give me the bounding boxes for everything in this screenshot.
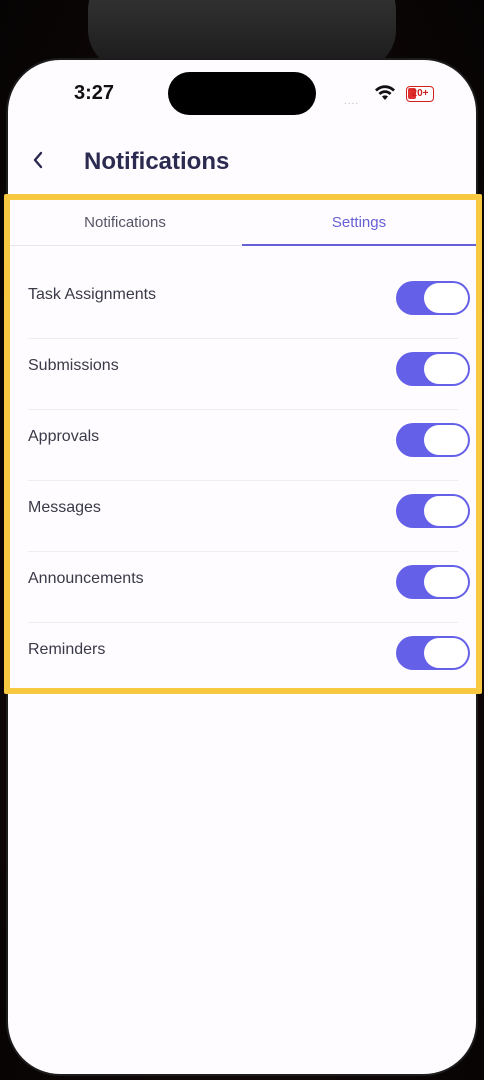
setting-row-task-assignments: Task Assignments [8,268,476,339]
phone-screen: 3:27 .... 20+ Notifications Notification… [8,60,476,1074]
toggle-knob [424,283,468,313]
toggle-knob [424,638,468,668]
page-header: Notifications [8,138,476,186]
setting-row-messages: Messages [8,481,476,552]
task-assignments-toggle[interactable] [396,281,470,315]
tab-bar: Notifications Settings [8,198,476,246]
setting-label: Reminders [28,641,106,658]
setting-label: Task Assignments [28,286,157,303]
settings-list: Task Assignments Submissions Approvals M… [8,268,476,694]
status-time: 3:27 [74,82,115,104]
messages-toggle[interactable] [396,494,470,528]
approvals-toggle[interactable] [396,423,470,457]
setting-label: Messages [28,499,101,516]
battery-level: 20+ [411,88,429,99]
tab-label: Notifications [84,213,166,231]
chevron-left-icon [33,151,43,169]
wifi-icon [375,85,395,100]
status-bar: 3:27 .... 20+ [8,60,476,130]
tab-settings[interactable]: Settings [242,198,476,246]
page-title: Notifications [84,148,230,175]
setting-row-reminders: Reminders [8,623,476,694]
setting-label: Announcements [28,570,144,587]
back-button[interactable] [26,144,50,176]
battery-icon: 20+ [406,86,434,102]
dynamic-island [168,72,316,115]
toggle-knob [424,425,468,455]
tab-notifications[interactable]: Notifications [8,198,242,246]
toggle-knob [424,354,468,384]
toggle-knob [424,567,468,597]
announcements-toggle[interactable] [396,565,470,599]
setting-row-announcements: Announcements [8,552,476,623]
tab-label: Settings [331,213,387,231]
signal-icon: .... [344,96,360,107]
submissions-toggle[interactable] [396,352,470,386]
setting-label: Approvals [28,428,100,445]
setting-row-submissions: Submissions [8,339,476,410]
setting-label: Submissions [28,357,119,374]
active-tab-indicator [242,244,476,246]
reminders-toggle[interactable] [396,636,470,670]
toggle-knob [424,496,468,526]
tabs-panel: Notifications Settings Task Assignments … [8,198,476,688]
setting-row-approvals: Approvals [8,410,476,481]
